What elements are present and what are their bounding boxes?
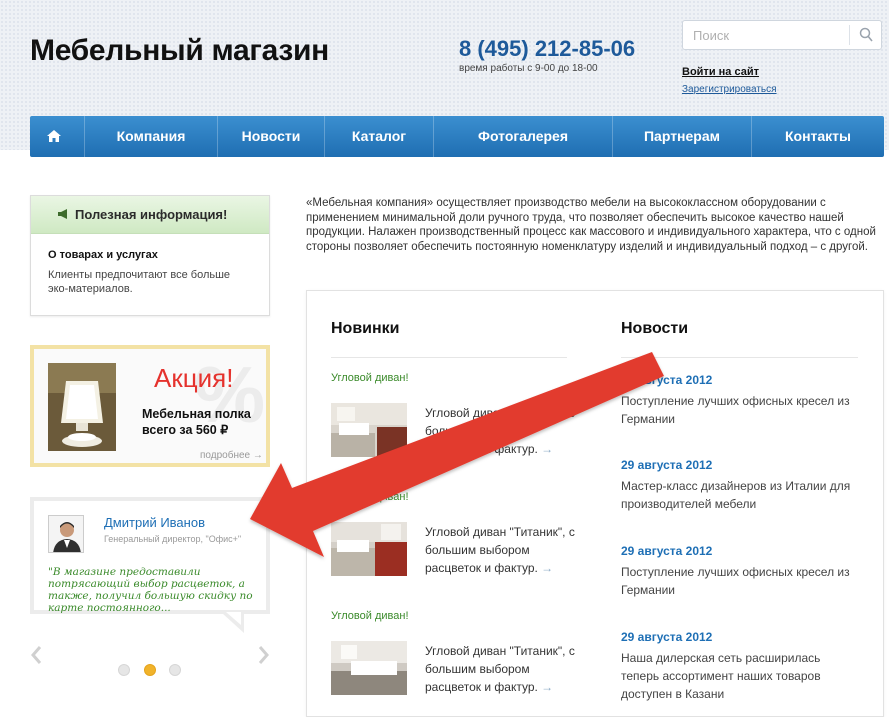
login-link[interactable]: Войти на сайт <box>682 66 759 78</box>
intro-paragraph: «Мебельная компания» осуществляет произв… <box>306 197 876 253</box>
phone-number: 8 (495) 212-85-06 <box>459 36 636 61</box>
promo-title: Акция! <box>154 363 234 393</box>
slider-dot[interactable] <box>118 664 130 676</box>
new-item-description[interactable]: Угловой диван "Титаник", с большим выбор… <box>425 404 575 458</box>
useful-info-subtitle[interactable]: О товарах и услугах <box>48 249 158 261</box>
site-title[interactable]: Мебельный магазин <box>30 34 329 68</box>
new-item-category[interactable]: Угловой диван! <box>331 610 409 622</box>
news-text: Мастер-класс дизайнеров из Италии для пр… <box>621 479 851 511</box>
arrow-right-icon: → <box>541 561 554 575</box>
megaphone-icon <box>58 209 67 219</box>
news-title: Новости <box>621 320 689 337</box>
search-input[interactable] <box>683 21 849 49</box>
nav-item-contacts[interactable]: Контакты <box>752 116 884 157</box>
news-text: Наша дилерская сеть расширилась теперь а… <box>621 651 821 701</box>
news-text: Поступление лучших офисных кресел из Гер… <box>621 565 850 597</box>
nav-home[interactable] <box>30 116 84 157</box>
slider-dot[interactable] <box>169 664 181 676</box>
nav-item-gallery[interactable]: Фотогалерея <box>434 116 612 157</box>
promo-more-link[interactable]: подробнее → <box>200 450 263 461</box>
news-divider <box>621 357 858 358</box>
testimonial-card: Дмитрий Иванов Генеральный директор, "Оф… <box>30 497 270 614</box>
promo-banner[interactable]: % Акция! Мебельная полка всего за 560 ₽ … <box>30 345 270 467</box>
chevron-right-icon[interactable] <box>258 645 270 665</box>
news-date[interactable]: 29 августа 2012 <box>621 373 712 387</box>
new-item-category[interactable]: Угловой диван! <box>331 372 409 384</box>
avatar <box>48 515 84 553</box>
search-button[interactable] <box>851 21 881 49</box>
search-icon <box>859 27 873 42</box>
useful-info-header: Полезная информация! <box>31 196 269 234</box>
slider-dot-active[interactable] <box>144 664 156 676</box>
testimonial-tail-inner <box>226 612 241 625</box>
new-items-title: Новинки <box>331 320 400 337</box>
arrow-right-icon: → <box>541 680 554 694</box>
news-date[interactable]: 29 августа 2012 <box>621 458 712 472</box>
new-item-description[interactable]: Угловой диван "Титаник", с большим выбор… <box>425 642 575 696</box>
news-date[interactable]: 29 августа 2012 <box>621 544 712 558</box>
search-divider <box>849 25 850 45</box>
sofa-product-image[interactable] <box>331 403 407 457</box>
main-navigation: Компания Новости Каталог Фотогалерея Пар… <box>30 116 884 157</box>
sofa-product-image[interactable] <box>331 522 407 576</box>
nav-item-company[interactable]: Компания <box>85 116 217 157</box>
testimonial-author-role: Генеральный директор, "Офис+" <box>104 534 242 544</box>
working-hours: время работы с 9-00 до 18-00 <box>459 63 598 74</box>
home-icon <box>47 130 61 142</box>
chevron-left-icon[interactable] <box>30 645 42 665</box>
new-item-category[interactable]: Угловой диван! <box>331 491 409 503</box>
nav-item-catalog[interactable]: Каталог <box>325 116 433 157</box>
new-items-divider <box>331 357 567 358</box>
useful-info-title: Полезная информация! <box>75 207 228 222</box>
testimonial-quote: "В магазине предоставили потрясающий выб… <box>48 566 253 614</box>
arrow-right-icon: → <box>541 442 554 456</box>
sofa-product-image[interactable] <box>331 641 407 695</box>
nav-item-news[interactable]: Новости <box>218 116 324 157</box>
nav-item-partners[interactable]: Партнерам <box>613 116 751 157</box>
useful-info-text: Клиенты предпочитают все больше эко-мате… <box>48 269 231 295</box>
testimonial-author-name[interactable]: Дмитрий Иванов <box>104 515 205 530</box>
search-box <box>682 20 882 50</box>
news-text: Поступление лучших офисных кресел из Гер… <box>621 394 850 426</box>
new-item-description[interactable]: Угловой диван "Титаник", с большим выбор… <box>425 523 575 577</box>
promo-text: Мебельная полка всего за 560 ₽ <box>142 407 251 437</box>
useful-info-box: Полезная информация! О товарах и услугах… <box>30 195 270 316</box>
news-date[interactable]: 29 августа 2012 <box>621 630 712 644</box>
promo-lamp-image <box>48 363 116 451</box>
person-photo-icon <box>49 516 83 552</box>
register-link[interactable]: Зарегистрироваться <box>682 84 777 95</box>
